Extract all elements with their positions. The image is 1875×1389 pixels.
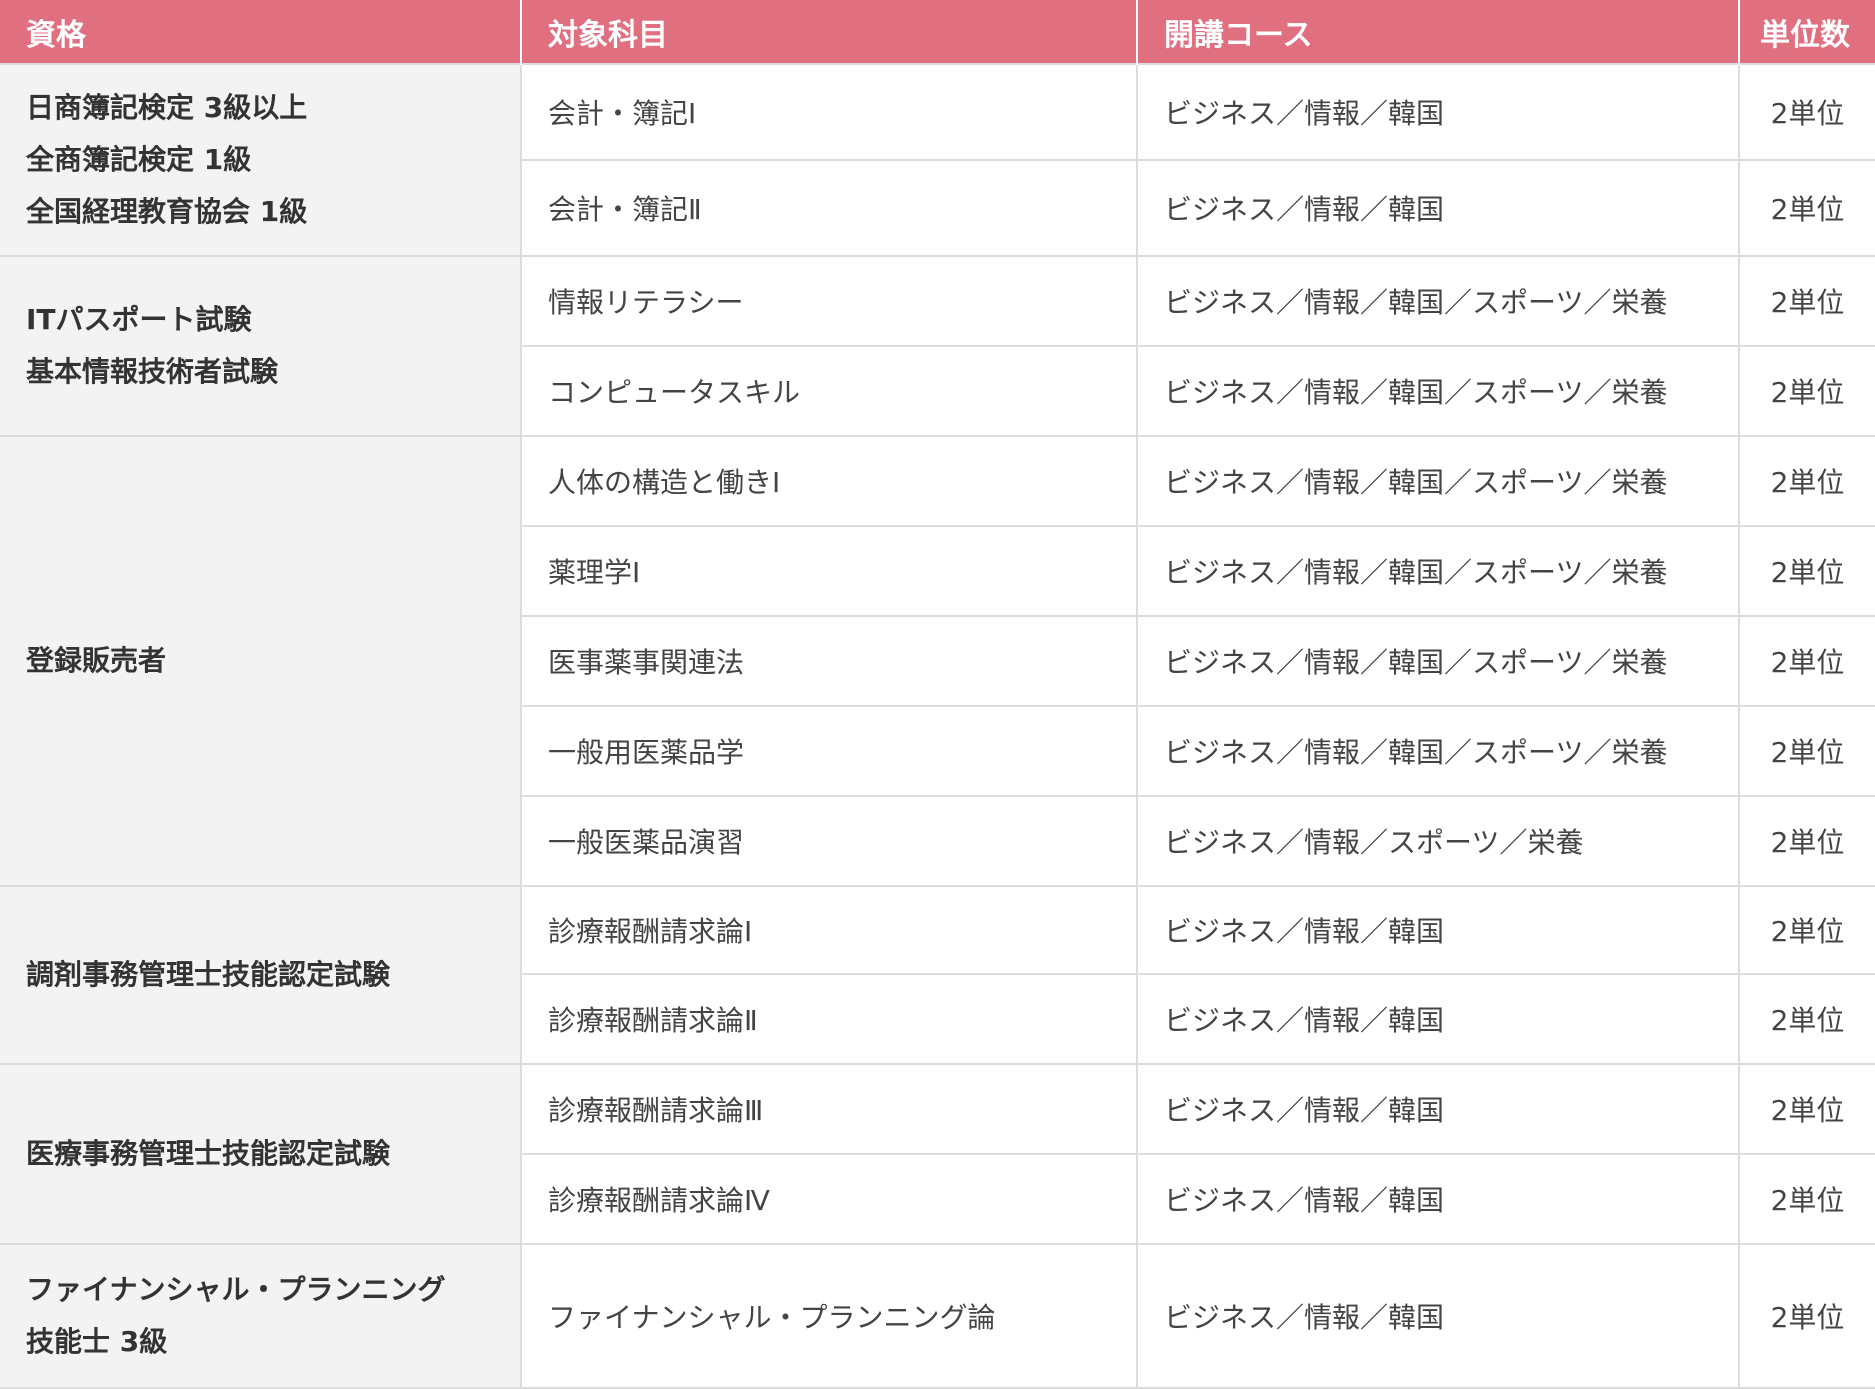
qualification-table: 資格 対象科目 開講コース 単位数 日商簿記検定 3級以上 全商簿記検定 1級 … (0, 0, 1875, 1389)
qualification-line: ファイナンシャル・プランニング (26, 1273, 446, 1306)
subject-cell: コンピュータスキル (520, 345, 1138, 437)
subject-cell: 一般医薬品演習 (520, 795, 1138, 887)
course-cell: ビジネス／情報／韓国 (1136, 973, 1740, 1065)
table-row: 登録販売者 人体の構造と働きⅠ ビジネス／情報／韓国／スポーツ／栄養 2単位 (0, 435, 1875, 887)
qualification-line: 日商簿記検定 3級以上 (26, 91, 308, 124)
subject-cell: 診療報酬請求論Ⅱ (520, 973, 1138, 1065)
qualification-cell: 日商簿記検定 3級以上 全商簿記検定 1級 全国経理教育協会 1級 (0, 63, 522, 257)
credit-cell: 2単位 (1738, 435, 1875, 527)
qualification-cell: 登録販売者 (0, 435, 522, 887)
course-cell: ビジネス／情報／韓国／スポーツ／栄養 (1136, 345, 1740, 437)
table-header: 資格 対象科目 開講コース 単位数 (0, 0, 1875, 64)
qualification-cell: 医療事務管理士技能認定試験 (0, 1063, 522, 1245)
course-cell: ビジネス／情報／韓国 (1136, 1243, 1740, 1389)
subject-cell: 情報リテラシー (520, 255, 1138, 347)
qualification-cell: ITパスポート試験 基本情報技術者試験 (0, 255, 522, 437)
credit-cell: 2単位 (1738, 1153, 1875, 1245)
qualification-line: 調剤事務管理士技能認定試験 (26, 958, 391, 991)
header-qualification: 資格 (0, 0, 522, 64)
qualification-line: 基本情報技術者試験 (26, 355, 279, 388)
credit-cell: 2単位 (1738, 255, 1875, 347)
course-cell: ビジネス／情報／韓国／スポーツ／栄養 (1136, 435, 1740, 527)
course-cell: ビジネス／情報／スポーツ／栄養 (1136, 795, 1740, 887)
header-course: 開講コース (1137, 0, 1740, 64)
credit-cell: 2単位 (1738, 795, 1875, 887)
table-body: 日商簿記検定 3級以上 全商簿記検定 1級 全国経理教育協会 1級 会計・簿記Ⅰ… (0, 63, 1875, 1389)
subject-cell: 医事薬事関連法 (520, 615, 1138, 707)
table-row: ファイナンシャル・プランニング 技能士 3級 ファイナンシャル・プランニング論 … (0, 1243, 1875, 1389)
credit-cell: 2単位 (1738, 885, 1875, 975)
credit-cell: 2単位 (1738, 615, 1875, 707)
credit-cell: 2単位 (1738, 1063, 1875, 1155)
course-cell: ビジネス／情報／韓国／スポーツ／栄養 (1136, 615, 1740, 707)
qualification-cell: ファイナンシャル・プランニング 技能士 3級 (0, 1243, 522, 1389)
table-row: 医療事務管理士技能認定試験 診療報酬請求論Ⅲ ビジネス／情報／韓国 2単位 (0, 1063, 1875, 1245)
qualification-cell: 調剤事務管理士技能認定試験 (0, 885, 522, 1065)
credit-cell: 2単位 (1738, 525, 1875, 617)
qualification-line: 全商簿記検定 1級 (26, 143, 252, 176)
header-subject: 対象科目 (521, 0, 1138, 64)
header-credits: 単位数 (1739, 0, 1875, 64)
header-row: 資格 対象科目 開講コース 単位数 (0, 0, 1875, 64)
course-cell: ビジネス／情報／韓国 (1136, 1153, 1740, 1245)
subject-cell: 一般用医薬品学 (520, 705, 1138, 797)
subject-cell: 薬理学Ⅰ (520, 525, 1138, 617)
table-row: 日商簿記検定 3級以上 全商簿記検定 1級 全国経理教育協会 1級 会計・簿記Ⅰ… (0, 63, 1875, 257)
subject-cell: ファイナンシャル・プランニング論 (520, 1243, 1138, 1389)
qualification-line: 技能士 3級 (26, 1325, 168, 1358)
course-cell: ビジネス／情報／韓国 (1136, 885, 1740, 975)
subject-cell: 会計・簿記Ⅰ (520, 63, 1138, 161)
table-row: 調剤事務管理士技能認定試験 診療報酬請求論Ⅰ ビジネス／情報／韓国 2単位 (0, 885, 1875, 1065)
subject-cell: 診療報酬請求論Ⅳ (520, 1153, 1138, 1245)
course-cell: ビジネス／情報／韓国 (1136, 1063, 1740, 1155)
credit-cell: 2単位 (1738, 63, 1875, 161)
course-cell: ビジネス／情報／韓国／スポーツ／栄養 (1136, 705, 1740, 797)
credit-cell: 2単位 (1738, 973, 1875, 1065)
subject-cell: 会計・簿記Ⅱ (520, 159, 1138, 257)
qualification-line: 医療事務管理士技能認定試験 (26, 1137, 391, 1170)
subject-cell: 診療報酬請求論Ⅲ (520, 1063, 1138, 1155)
credit-cell: 2単位 (1738, 345, 1875, 437)
qualification-line: 全国経理教育協会 1級 (26, 195, 308, 228)
subject-cell: 人体の構造と働きⅠ (520, 435, 1138, 527)
course-cell: ビジネス／情報／韓国 (1136, 159, 1740, 257)
credit-cell: 2単位 (1738, 705, 1875, 797)
credit-cell: 2単位 (1738, 1243, 1875, 1389)
course-cell: ビジネス／情報／韓国／スポーツ／栄養 (1136, 525, 1740, 617)
credit-cell: 2単位 (1738, 159, 1875, 257)
qualification-line: 登録販売者 (26, 644, 167, 677)
course-cell: ビジネス／情報／韓国 (1136, 63, 1740, 161)
qualification-line: ITパスポート試験 (26, 303, 252, 336)
course-cell: ビジネス／情報／韓国／スポーツ／栄養 (1136, 255, 1740, 347)
table-row: ITパスポート試験 基本情報技術者試験 情報リテラシー ビジネス／情報／韓国／ス… (0, 255, 1875, 437)
subject-cell: 診療報酬請求論Ⅰ (520, 885, 1138, 975)
